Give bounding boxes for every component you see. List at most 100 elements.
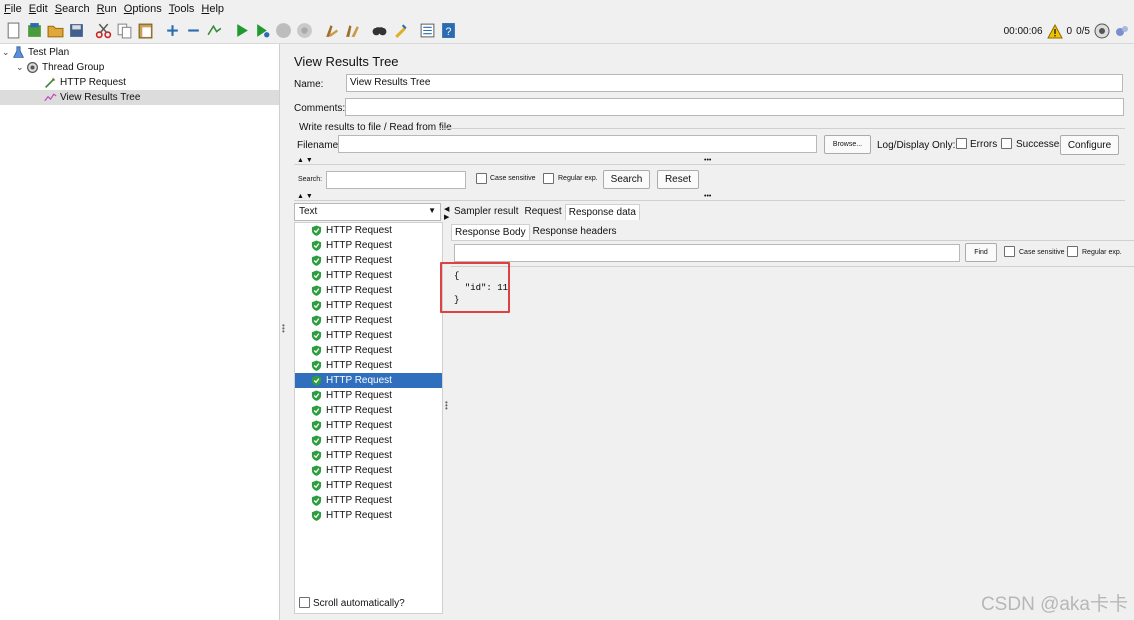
templates-icon[interactable] [25,21,44,40]
search-icon[interactable] [370,21,389,40]
case-sensitive-checkbox[interactable] [476,173,487,184]
errors-checkbox[interactable] [956,138,967,149]
collapse-arrows-icon[interactable]: ▲ ▼ [297,193,313,200]
subtab-response-body[interactable]: Response Body [451,224,530,240]
tab-request[interactable]: Request [521,204,564,220]
splitter-grip-icon[interactable]: ••• [704,193,711,200]
result-item[interactable]: HTTP Request [295,463,442,478]
result-item[interactable]: HTTP Request [295,478,442,493]
tab-sampler-result[interactable]: Sampler result [451,204,521,220]
result-item[interactable]: HTTP Request [295,373,442,388]
result-label: HTTP Request [326,240,392,251]
copy-icon[interactable] [115,21,134,40]
clear-icon[interactable] [322,21,341,40]
log-viewer-icon[interactable] [1114,23,1130,39]
splitter-grip-icon[interactable]: ••• [704,157,711,164]
reset-search-icon[interactable] [391,21,410,40]
result-item[interactable]: HTTP Request [295,238,442,253]
result-item[interactable]: HTTP Request [295,268,442,283]
new-icon[interactable] [4,21,23,40]
comments-label: Comments: [294,103,346,114]
subtab-response-headers[interactable]: Response headers [530,224,620,240]
filename-field[interactable] [338,135,817,153]
scroll-automatically-checkbox[interactable] [299,597,310,608]
thread-group-icon [27,62,38,73]
name-field[interactable]: View Results Tree [346,74,1123,92]
tree-node-http-request[interactable]: HTTP Request [44,75,126,90]
result-item[interactable]: HTTP Request [295,253,442,268]
collapse-icon[interactable] [184,21,203,40]
result-item[interactable]: HTTP Request [295,388,442,403]
menu-item[interactable]: Options [122,3,167,15]
find-case-sensitive-checkbox[interactable] [1004,246,1015,257]
paste-icon[interactable] [136,21,155,40]
result-item[interactable]: HTTP Request [295,448,442,463]
success-shield-icon [311,495,322,506]
sampler-icon [45,77,56,88]
menu-item[interactable]: Search [53,3,95,15]
tree-node-view-results-tree[interactable]: View Results Tree [0,90,279,105]
renderer-select[interactable]: Text ▼ [294,203,441,221]
expand-icon[interactable] [163,21,182,40]
result-item[interactable]: HTTP Request [295,313,442,328]
splitter-arrow-icon[interactable]: ◀ ▶ [444,205,449,221]
menu-item[interactable]: Edit [27,3,53,15]
save-icon[interactable] [67,21,86,40]
configure-button[interactable]: Configure [1060,135,1119,155]
warning-icon[interactable] [1046,23,1063,39]
toggle-icon[interactable] [205,21,224,40]
function-helper-icon[interactable] [418,21,437,40]
result-item[interactable]: HTTP Request [295,298,442,313]
result-item[interactable]: HTTP Request [295,418,442,433]
result-item[interactable]: HTTP Request [295,508,442,523]
chevron-down-icon[interactable]: ⌄ [16,62,26,73]
browse-button[interactable]: Browse... [824,135,871,154]
menu-item[interactable]: Tools [167,3,200,15]
cut-icon[interactable] [94,21,113,40]
tree-node-test-plan[interactable]: ⌄ Test Plan [2,45,69,60]
success-shield-icon [311,435,322,446]
start-icon[interactable] [232,21,251,40]
result-item[interactable]: HTTP Request [295,493,442,508]
result-item[interactable]: HTTP Request [295,328,442,343]
open-icon[interactable] [46,21,65,40]
test-plan-tree: ⌄ Test Plan ⌄ Thread Group HTTP Request … [0,44,280,620]
comments-field[interactable] [345,98,1124,116]
menu-item[interactable]: File [2,3,27,15]
result-item[interactable]: HTTP Request [295,433,442,448]
success-shield-icon [311,300,322,311]
successes-checkbox[interactable] [1001,138,1012,149]
chevron-down-icon[interactable]: ⌄ [2,47,12,58]
result-item[interactable]: HTTP Request [295,403,442,418]
success-shield-icon [311,315,322,326]
regexp-checkbox[interactable] [543,173,554,184]
listener-icon [44,93,57,102]
clear-all-icon[interactable] [343,21,362,40]
help-icon[interactable]: ? [439,21,458,40]
find-input[interactable] [454,244,960,262]
result-label: HTTP Request [326,450,392,461]
stop-icon[interactable] [274,21,293,40]
find-button[interactable]: Find [965,243,997,262]
tab-response-data[interactable]: Response data [564,204,640,220]
search-button[interactable]: Search [603,170,650,189]
tree-splitter[interactable]: • • • [280,44,288,620]
reset-button[interactable]: Reset [657,170,699,189]
result-item[interactable]: HTTP Request [295,283,442,298]
collapse-arrows-icon[interactable]: ▲ ▼ [297,157,313,164]
result-label: HTTP Request [326,270,392,281]
tree-node-thread-group[interactable]: ⌄ Thread Group [16,60,104,75]
result-item[interactable]: HTTP Request [295,343,442,358]
success-shield-icon [311,465,322,476]
menu-item[interactable]: Help [199,3,229,15]
shutdown-icon[interactable] [295,21,314,40]
menu-item[interactable]: Run [95,3,122,15]
result-item[interactable]: HTTP Request [295,223,442,238]
splitter-grip-icon[interactable]: ••• [445,399,448,413]
result-item[interactable]: HTTP Request [295,358,442,373]
search-input[interactable] [326,171,466,189]
find-regexp-checkbox[interactable] [1067,246,1078,257]
result-label: HTTP Request [326,330,392,341]
elapsed-timer: 00:00:06 [1003,25,1043,37]
start-no-pauses-icon[interactable] [253,21,272,40]
